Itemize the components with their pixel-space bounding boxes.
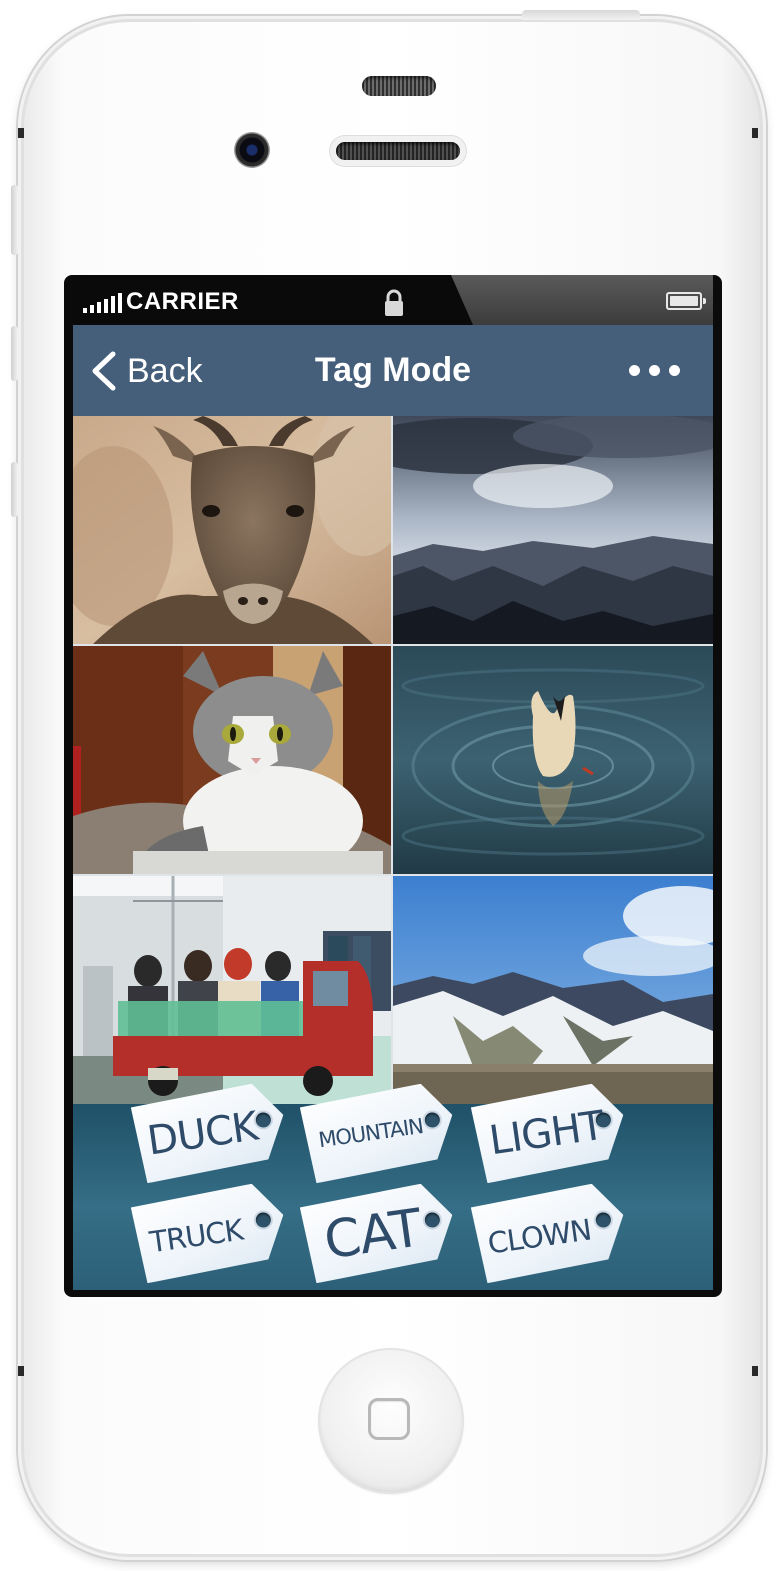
more-dot-icon — [669, 365, 680, 376]
signal-strength-icon — [83, 293, 122, 313]
photo-duck[interactable] — [393, 646, 713, 874]
earpiece-grille — [362, 76, 436, 96]
more-options-button[interactable] — [629, 365, 681, 379]
photo-truck[interactable] — [73, 876, 391, 1104]
back-label: Back — [127, 351, 203, 390]
home-square-icon — [368, 1398, 410, 1440]
photo-mountain[interactable] — [393, 876, 713, 1104]
home-button[interactable] — [318, 1348, 464, 1494]
sleep-button[interactable] — [522, 10, 640, 20]
carrier-label: CARRIER — [126, 288, 239, 315]
photo-canyon[interactable] — [393, 416, 713, 644]
antenna-band — [18, 1366, 24, 1376]
speaker-grille — [336, 142, 460, 160]
battery-icon — [666, 292, 706, 310]
more-dot-icon — [629, 365, 640, 376]
more-dot-icon — [649, 365, 660, 376]
volume-down-button[interactable] — [11, 462, 18, 517]
chevron-left-icon — [92, 351, 116, 391]
screen: CARRIER Back Tag Mode DUCK MOUNTAIN LIGH… — [73, 275, 713, 1290]
photo-cat[interactable] — [73, 646, 391, 874]
antenna-band — [752, 1366, 758, 1376]
tag-clown[interactable]: CLOWN — [470, 1180, 630, 1284]
antenna-band — [18, 128, 24, 138]
back-button[interactable]: Back — [89, 351, 203, 391]
status-bar: CARRIER — [73, 275, 713, 325]
tag-tray: DUCK MOUNTAIN LIGHT TRUCK CAT CLOWN — [73, 1104, 713, 1290]
volume-up-button[interactable] — [11, 326, 18, 381]
front-camera — [234, 132, 270, 168]
antenna-band — [752, 128, 758, 138]
mute-switch[interactable] — [11, 185, 18, 255]
nav-bar: Back Tag Mode — [73, 325, 713, 416]
tag-truck[interactable]: TRUCK — [130, 1180, 290, 1284]
photo-grid — [73, 416, 713, 1104]
lock-icon — [385, 289, 403, 316]
tag-cat[interactable]: CAT — [299, 1180, 459, 1284]
photo-goat[interactable] — [73, 416, 391, 644]
